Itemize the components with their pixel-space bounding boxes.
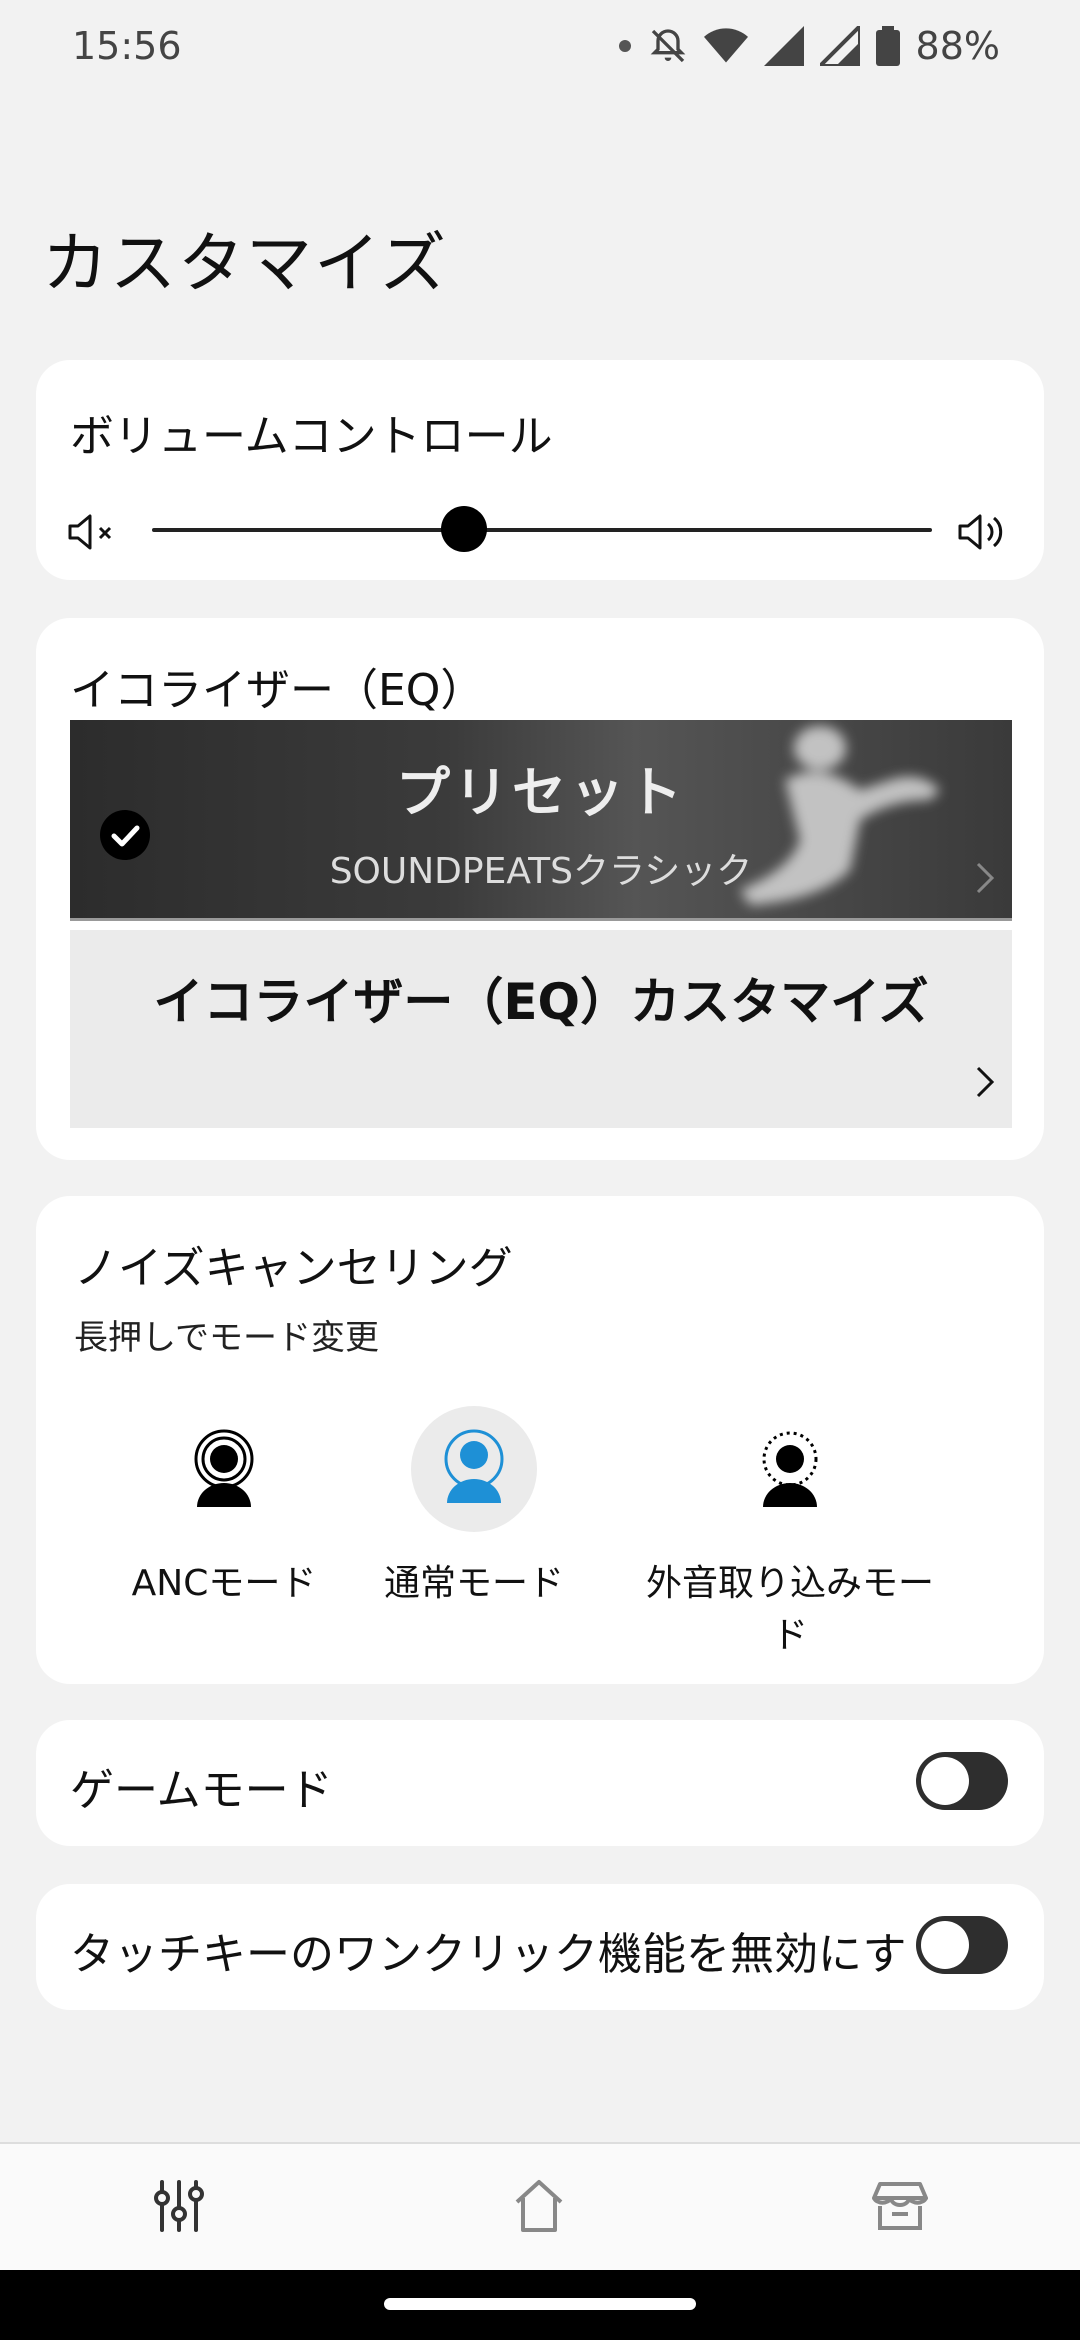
noise-cancelling-card: ノイズキャンセリング 長押しでモード変更 ANCモード 通常モード 外音取り込み… [36,1196,1044,1684]
nav-customize[interactable] [154,2178,204,2238]
preset-title: プリセット [396,761,686,824]
equalizer-card: イコライザー（EQ） プリセット SOUNDPEATSクラシック イコライザー（… [36,618,1044,1160]
status-bar: 15:56 88% [0,0,1080,100]
store-icon [872,2182,928,2230]
game-mode-toggle[interactable] [916,1752,1008,1810]
game-mode-row: ゲームモード [36,1720,1044,1846]
normal-mode-icon [411,1406,537,1532]
eq-customize-label: イコライザー（EQ）カスタマイズ [153,973,929,1031]
preset-banner[interactable]: プリセット SOUNDPEATSクラシック [70,720,1012,921]
signal-icon [763,26,804,66]
anc-mode-button[interactable]: ANCモード [104,1406,344,1610]
touch-key-toggle[interactable] [916,1916,1008,1974]
equalizer-sliders-icon [154,2180,204,2232]
chevron-right-icon [976,862,995,894]
home-gesture-handle[interactable] [384,2298,696,2310]
system-gesture-bar [0,2270,1080,2340]
anc-mode-icon [161,1406,287,1532]
toggle-knob [921,1757,969,1805]
volume-up-icon[interactable] [956,512,1016,552]
normal-mode-label: 通常モード [383,1563,564,1604]
touch-key-row: タッチキーのワンクリック機能を無効にす [36,1884,1044,2010]
touch-key-label: タッチキーのワンクリック機能を無効にす [70,1929,907,1980]
nav-store[interactable] [872,2178,928,2238]
noise-subtitle: 長押しでモード変更 [74,1318,379,1358]
battery-icon [875,26,900,66]
game-mode-label: ゲームモード [70,1765,333,1816]
volume-card: ボリュームコントロール [36,360,1044,580]
ambient-mode-label: 外音取り込みモード [645,1563,934,1656]
wifi-icon [703,28,748,63]
eq-customize-button[interactable]: イコライザー（EQ）カスタマイズ [70,930,1012,1128]
bell-off-icon [650,29,685,63]
notification-dot-icon [618,40,631,52]
volume-title: ボリュームコントロール [70,411,553,462]
chevron-right-icon [976,1066,995,1098]
nav-home[interactable] [513,2178,565,2238]
equalizer-title: イコライザー（EQ） [70,665,485,716]
bottom-navigation [0,2142,1080,2272]
volume-slider-thumb[interactable] [441,506,487,552]
noise-title: ノイズキャンセリング [74,1243,513,1294]
volume-mute-icon[interactable] [66,512,126,552]
ambient-mode-button[interactable]: 外音取り込みモード [620,1406,960,1662]
preset-value: SOUNDPEATSクラシック [329,851,753,892]
home-icon [515,2180,563,2232]
anc-mode-label: ANCモード [131,1563,317,1604]
toggle-knob [921,1921,969,1969]
ambient-mode-icon [727,1406,853,1532]
battery-percent: 88% [915,24,1000,68]
normal-mode-button[interactable]: 通常モード [354,1406,594,1610]
status-time: 15:56 [72,24,182,68]
signal-icon-2 [819,26,860,66]
page-title: カスタマイズ [42,225,449,302]
status-icons: 88% [618,24,1000,68]
volume-slider-track[interactable] [152,528,932,532]
